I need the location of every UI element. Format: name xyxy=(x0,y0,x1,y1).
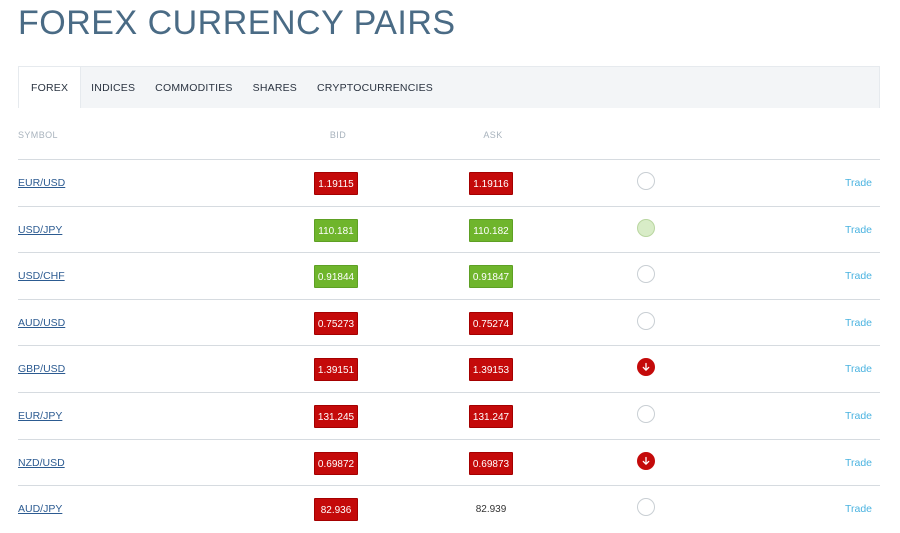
bid-price: 0.69872 xyxy=(314,451,358,475)
ask-price: 82.939 xyxy=(475,504,507,516)
bid-price: 0.75273 xyxy=(314,311,358,335)
trade-link[interactable]: Trade xyxy=(845,224,872,236)
symbol-link[interactable]: USD/CHF xyxy=(18,270,65,282)
ask-price: 131.247 xyxy=(469,404,513,428)
bid-price: 0.91844 xyxy=(314,265,358,289)
arrow-down-icon xyxy=(637,358,655,377)
ask-price: 110.182 xyxy=(469,218,513,242)
symbol-link[interactable]: AUD/JPY xyxy=(18,503,62,515)
column-header-ask: ASK xyxy=(483,130,503,140)
symbol-link[interactable]: EUR/JPY xyxy=(18,410,62,422)
trade-link[interactable]: Trade xyxy=(845,177,872,189)
table-header: SYMBOL BID ASK xyxy=(18,108,880,160)
currency-pairs-table: EUR/USD 1.19115 1.19116 Trade USD/JPY 110.181… xyxy=(18,160,880,533)
bid-price: 1.39151 xyxy=(314,358,358,382)
market-tabs: FOREX INDICES COMMODITIES SHARES CRYPTOC… xyxy=(18,66,880,108)
trade-link[interactable]: Trade xyxy=(845,317,872,329)
trade-link[interactable]: Trade xyxy=(845,410,872,422)
symbol-link[interactable]: EUR/USD xyxy=(18,177,65,189)
symbol-link[interactable]: AUD/USD xyxy=(18,317,65,329)
tab-cryptocurrencies[interactable]: CRYPTOCURRENCIES xyxy=(307,67,443,108)
bid-price: 110.181 xyxy=(314,218,358,242)
table-row: USD/JPY 110.181 110.182 Trade xyxy=(18,207,880,254)
trade-link[interactable]: Trade xyxy=(845,363,872,375)
column-header-symbol: SYMBOL xyxy=(18,130,58,140)
trade-link[interactable]: Trade xyxy=(845,270,872,282)
bid-price: 1.19115 xyxy=(314,172,358,195)
table-row: EUR/USD 1.19115 1.19116 Trade xyxy=(18,160,880,207)
ask-price: 0.69873 xyxy=(469,451,513,475)
trend-circle-icon xyxy=(637,172,655,190)
ask-price: 0.75274 xyxy=(469,311,513,335)
tab-forex[interactable]: FOREX xyxy=(19,67,82,108)
table-row: AUD/USD 0.75273 0.75274 Trade xyxy=(18,300,880,347)
table-row: NZD/USD 0.69872 0.69873 Trade xyxy=(18,440,880,487)
bid-price: 82.936 xyxy=(314,498,358,522)
trend-circle-icon xyxy=(637,311,655,330)
symbol-link[interactable]: NZD/USD xyxy=(18,457,65,469)
trade-link[interactable]: Trade xyxy=(845,503,872,515)
ask-price: 1.19116 xyxy=(469,172,513,195)
page-title: FOREX CURRENCY PAIRS xyxy=(18,4,456,42)
column-header-bid: BID xyxy=(329,130,347,140)
tab-shares[interactable]: SHARES xyxy=(243,67,307,108)
table-row: AUD/JPY 82.936 82.939 Trade xyxy=(18,486,880,533)
tab-indices[interactable]: INDICES xyxy=(81,67,145,108)
trend-circle-icon xyxy=(637,404,655,423)
ask-price: 0.91847 xyxy=(469,265,513,289)
arrow-down-icon xyxy=(637,451,655,470)
table-row: EUR/JPY 131.245 131.247 Trade xyxy=(18,393,880,440)
trade-link[interactable]: Trade xyxy=(845,457,872,469)
trend-circle-icon xyxy=(637,265,655,284)
table-row: USD/CHF 0.91844 0.91847 Trade xyxy=(18,253,880,300)
tabbar-spacer xyxy=(443,67,879,108)
trend-circle-icon xyxy=(637,498,655,517)
trend-circle-icon xyxy=(637,218,655,237)
table-row: GBP/USD 1.39151 1.39153 Trade xyxy=(18,346,880,393)
bid-price: 131.245 xyxy=(314,404,358,428)
symbol-link[interactable]: USD/JPY xyxy=(18,224,62,236)
tab-commodities[interactable]: COMMODITIES xyxy=(145,67,242,108)
symbol-link[interactable]: GBP/USD xyxy=(18,363,65,375)
ask-price: 1.39153 xyxy=(469,358,513,382)
